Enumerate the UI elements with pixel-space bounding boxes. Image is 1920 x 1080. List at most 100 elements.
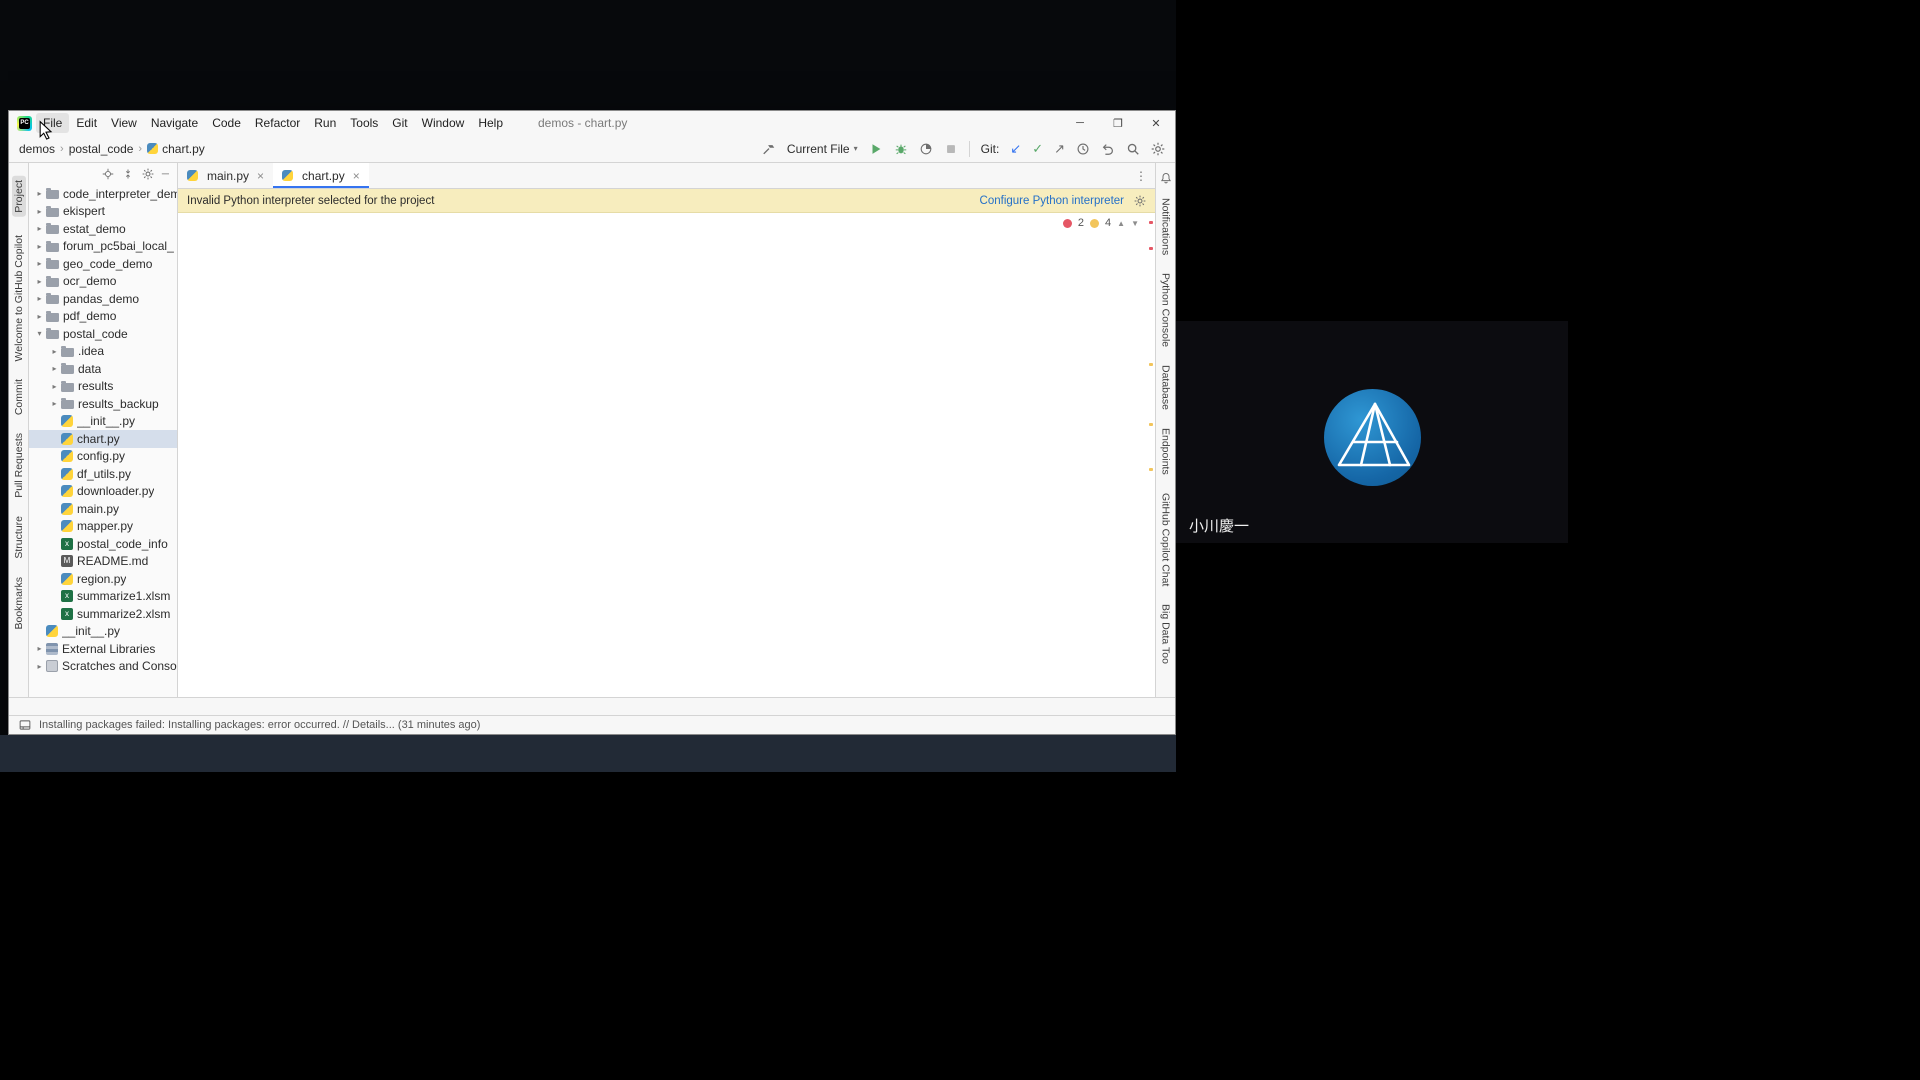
menu-code[interactable]: Code bbox=[205, 113, 248, 133]
stop-button[interactable] bbox=[944, 142, 958, 156]
tree-item-mapper-py[interactable]: mapper.py bbox=[29, 518, 177, 536]
stripe-item-github-copilot-chat[interactable]: GitHub Copilot Chat bbox=[1160, 493, 1172, 586]
scratch-icon bbox=[46, 660, 58, 672]
tree-item-results[interactable]: ▸results bbox=[29, 378, 177, 396]
stripe-item-pull-requests[interactable]: Pull Requests bbox=[13, 433, 25, 498]
tab-chart-py[interactable]: chart.py× bbox=[273, 163, 369, 188]
status-message[interactable]: Installing packages failed: Installing p… bbox=[39, 719, 480, 731]
code-editor[interactable]: 2 4 ▲ ▼ bbox=[178, 213, 1155, 697]
locate-icon[interactable] bbox=[102, 168, 114, 180]
folder-icon bbox=[46, 190, 59, 199]
run-button[interactable] bbox=[869, 142, 883, 156]
tree-item-label: __init__.py bbox=[77, 414, 135, 428]
run-config-selector[interactable]: Current File ▾ bbox=[787, 142, 858, 156]
menu-tools[interactable]: Tools bbox=[343, 113, 385, 133]
tree-item-label: region.py bbox=[77, 572, 126, 586]
toolbar-actions: Current File ▾ Git: ↙ ✓ ↗ bbox=[762, 141, 1165, 157]
prev-problem-icon[interactable]: ▲ bbox=[1117, 219, 1125, 228]
debug-button[interactable] bbox=[894, 142, 908, 156]
tree-item-external-libraries[interactable]: ▸External Libraries bbox=[29, 640, 177, 658]
history-icon[interactable] bbox=[1076, 142, 1090, 156]
stripe-item-python-console[interactable]: Python Console bbox=[1160, 273, 1172, 347]
tree-item-config-py[interactable]: config.py bbox=[29, 448, 177, 466]
tree-item-ocr-demo[interactable]: ▸ocr_demo bbox=[29, 273, 177, 291]
error-stripe[interactable] bbox=[1149, 213, 1153, 697]
configure-interpreter-link[interactable]: Configure Python interpreter bbox=[980, 195, 1124, 207]
tree-item-idea[interactable]: ▸.idea bbox=[29, 343, 177, 361]
tree-item-forum-pc5bai-local[interactable]: ▸forum_pc5bai_local_ bbox=[29, 238, 177, 256]
breadcrumb-item-demos[interactable]: demos bbox=[19, 142, 55, 156]
folder-icon bbox=[46, 295, 59, 304]
collapse-all-icon[interactable] bbox=[122, 168, 134, 180]
settings-gear-icon[interactable] bbox=[1151, 142, 1165, 156]
minimize-button[interactable]: ─ bbox=[1061, 111, 1099, 135]
tree-item-geo-code-demo[interactable]: ▸geo_code_demo bbox=[29, 255, 177, 273]
tree-item-ekispert[interactable]: ▸ekispert bbox=[29, 203, 177, 221]
build-icon[interactable] bbox=[762, 142, 776, 156]
stripe-item-commit[interactable]: Commit bbox=[13, 379, 25, 415]
menu-navigate[interactable]: Navigate bbox=[144, 113, 205, 133]
tree-item-data[interactable]: ▸data bbox=[29, 360, 177, 378]
tabs-more-icon[interactable]: ⋮ bbox=[1127, 163, 1155, 188]
coverage-button[interactable] bbox=[919, 142, 933, 156]
menu-run[interactable]: Run bbox=[307, 113, 343, 133]
tree-item-label: main.py bbox=[77, 502, 119, 516]
pycharm-logo-icon: PC bbox=[17, 116, 32, 131]
menu-edit[interactable]: Edit bbox=[69, 113, 104, 133]
menu-refactor[interactable]: Refactor bbox=[248, 113, 307, 133]
rollback-icon[interactable] bbox=[1101, 142, 1115, 156]
tree-item-pandas-demo[interactable]: ▸pandas_demo bbox=[29, 290, 177, 308]
stripe-item-database[interactable]: Database bbox=[1160, 365, 1172, 410]
tab-main-py[interactable]: main.py× bbox=[178, 163, 273, 188]
hide-panel-icon[interactable]: ─ bbox=[162, 169, 169, 180]
stripe-item-endpoints[interactable]: Endpoints bbox=[1160, 428, 1172, 475]
banner-gear-icon[interactable] bbox=[1134, 195, 1146, 207]
search-everywhere-icon[interactable] bbox=[1126, 142, 1140, 156]
notifications-bell-icon[interactable] bbox=[1160, 172, 1172, 184]
git-push-icon[interactable]: ↗ bbox=[1054, 141, 1065, 157]
tab-close-icon[interactable]: × bbox=[353, 169, 360, 183]
tree-item-results-backup[interactable]: ▸results_backup bbox=[29, 395, 177, 413]
tree-item-readme-md[interactable]: MREADME.md bbox=[29, 553, 177, 571]
menu-help[interactable]: Help bbox=[471, 113, 510, 133]
tree-item-code-interpreter-dem[interactable]: ▸code_interpreter_dem bbox=[29, 185, 177, 203]
status-panel-icon[interactable] bbox=[19, 719, 31, 731]
menu-window[interactable]: Window bbox=[415, 113, 472, 133]
tree-item-region-py[interactable]: region.py bbox=[29, 570, 177, 588]
right-tool-stripe: Notifications Python Console Database Endpo… bbox=[1155, 163, 1175, 697]
maximize-button[interactable]: ❐ bbox=[1099, 111, 1137, 135]
tree-item-chart-py[interactable]: chart.py bbox=[29, 430, 177, 448]
stripe-item-structure[interactable]: Structure bbox=[13, 516, 25, 559]
inspections-widget[interactable]: 2 4 ▲ ▼ bbox=[1063, 217, 1139, 229]
stripe-item-big-data-too[interactable]: Big Data Too bbox=[1160, 604, 1172, 664]
tree-item-init-py[interactable]: __init__.py bbox=[29, 623, 177, 641]
tree-chevron-icon: ▸ bbox=[33, 242, 46, 251]
tree-item-summarize1-xlsm[interactable]: xsummarize1.xlsm bbox=[29, 588, 177, 606]
close-button[interactable]: ✕ bbox=[1137, 111, 1175, 135]
tree-item-df-utils-py[interactable]: df_utils.py bbox=[29, 465, 177, 483]
next-problem-icon[interactable]: ▼ bbox=[1131, 219, 1139, 228]
stripe-item-project[interactable]: Project bbox=[12, 176, 26, 217]
tree-item-pdf-demo[interactable]: ▸pdf_demo bbox=[29, 308, 177, 326]
tree-item-estat-demo[interactable]: ▸estat_demo bbox=[29, 220, 177, 238]
git-commit-check-icon[interactable]: ✓ bbox=[1032, 141, 1043, 157]
tree-item-main-py[interactable]: main.py bbox=[29, 500, 177, 518]
project-tree: ▸code_interpreter_dem▸ekispert▸estat_dem… bbox=[29, 185, 177, 697]
tree-item-postal-code-info[interactable]: xpostal_code_info bbox=[29, 535, 177, 553]
tree-item-summarize2-xlsm[interactable]: xsummarize2.xlsm bbox=[29, 605, 177, 623]
tree-item-downloader-py[interactable]: downloader.py bbox=[29, 483, 177, 501]
stripe-item-bookmarks[interactable]: Bookmarks bbox=[13, 577, 25, 630]
menu-git[interactable]: Git bbox=[385, 113, 414, 133]
tree-item-postal-code[interactable]: ▾postal_code bbox=[29, 325, 177, 343]
git-update-icon[interactable]: ↙ bbox=[1010, 141, 1021, 157]
panel-gear-icon[interactable] bbox=[142, 168, 154, 180]
tree-item-scratches-and-consoles[interactable]: ▸Scratches and Consoles bbox=[29, 658, 177, 676]
breadcrumb-item-chart-py[interactable]: chart.py bbox=[147, 142, 205, 156]
tree-chevron-icon: ▸ bbox=[48, 364, 61, 373]
menu-view[interactable]: View bbox=[104, 113, 144, 133]
breadcrumb-item-postal-code[interactable]: postal_code bbox=[69, 142, 134, 156]
tree-item-init-py[interactable]: __init__.py bbox=[29, 413, 177, 431]
stripe-item-notifications[interactable]: Notifications bbox=[1160, 198, 1172, 255]
stripe-item-welcome-to-github-copilot[interactable]: Welcome to GitHub Copilot bbox=[13, 235, 25, 361]
tab-close-icon[interactable]: × bbox=[257, 169, 264, 183]
